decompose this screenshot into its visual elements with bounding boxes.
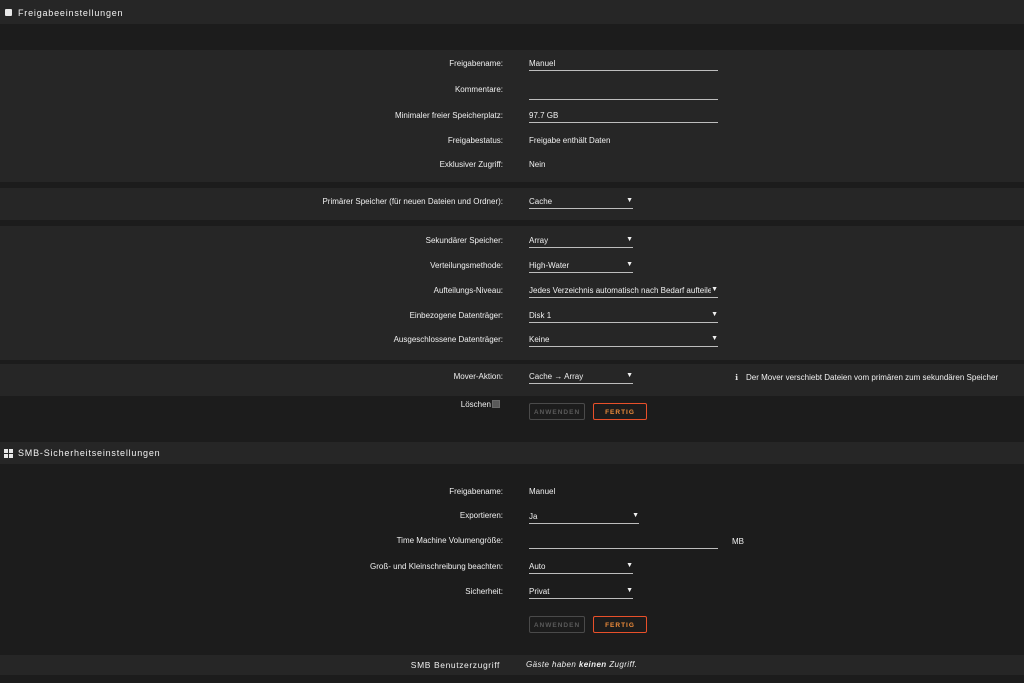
smb-user-access-band: SMB Benutzerzugriff Gäste haben keinen Z… [0, 655, 1024, 675]
smb-share-name-value: Manuel [529, 487, 556, 496]
done-button[interactable]: FERTIG [593, 403, 647, 420]
excluded-disks-label: Ausgeschlossene Datenträger: [393, 335, 503, 344]
excluded-disks-select[interactable]: Keine ▼ [529, 335, 718, 347]
access-text-after: Zugriff. [606, 660, 638, 669]
primary-storage-select[interactable]: Cache ▼ [529, 197, 633, 209]
comments-label: Kommentare: [454, 85, 503, 94]
mover-label: Mover-Aktion: [453, 372, 503, 381]
included-disks-value: Disk 1 [529, 311, 552, 320]
mover-value: Cache → Array [529, 372, 584, 381]
included-disks-select[interactable]: Disk 1 ▼ [529, 311, 718, 323]
dropdown-arrow-icon: ▼ [626, 197, 633, 204]
dropdown-arrow-icon: ▼ [711, 311, 718, 318]
exclusive-value: Nein [529, 160, 546, 169]
case-sensitive-select[interactable]: Auto ▼ [529, 562, 633, 574]
allocation-select[interactable]: High-Water ▼ [529, 261, 633, 273]
primary-storage-value: Cache [529, 197, 553, 206]
split-level-label: Aufteilungs-Niveau: [433, 286, 503, 295]
windows-icon [4, 449, 13, 458]
min-free-input[interactable]: 97.7 GB [529, 111, 718, 123]
secondary-storage-select[interactable]: Array ▼ [529, 236, 633, 248]
mover-block: Mover-Aktion: Cache → Array ▼ ℹ Der Move… [0, 364, 1024, 396]
smb-settings-title: SMB-Sicherheitseinstellungen [18, 448, 161, 458]
export-value: Ja [529, 512, 538, 521]
min-free-label: Minimaler freier Speicherplatz: [394, 111, 503, 120]
access-text-bold: keinen [578, 660, 607, 669]
share-name-input[interactable]: Manuel [529, 59, 718, 71]
mover-select[interactable]: Cache → Array ▼ [529, 372, 633, 384]
primary-storage-label: Primärer Speicher (für neuen Dateien und… [322, 197, 503, 206]
split-level-select[interactable]: Jedes Verzeichnis automatisch nach Bedar… [529, 286, 718, 298]
share-settings-title: Freigabeeinstellungen [18, 8, 124, 18]
mover-info-text: Der Mover verschiebt Dateien vom primäre… [746, 373, 999, 382]
delete-checkbox[interactable] [492, 400, 500, 408]
case-sensitive-value: Auto [529, 562, 546, 571]
time-machine-label: Time Machine Volumengröße: [396, 536, 503, 545]
share-basic-block: Freigabename: Manuel Kommentare: Minimal… [0, 50, 1024, 182]
excluded-disks-value: Keine [529, 335, 550, 344]
exclusive-label: Exklusiver Zugriff: [439, 160, 503, 169]
secondary-storage-label: Sekundärer Speicher: [425, 236, 503, 245]
dropdown-arrow-icon: ▼ [711, 335, 718, 342]
share-settings-header: Freigabeeinstellungen [0, 0, 1024, 24]
dropdown-arrow-icon: ▼ [626, 236, 633, 243]
smb-share-name-label: Freigabename: [449, 487, 503, 496]
delete-label: Löschen [460, 400, 491, 409]
smb-settings-header: SMB-Sicherheitseinstellungen [0, 442, 1024, 464]
time-machine-unit: MB [732, 537, 744, 546]
smb-done-button[interactable]: FERTIG [593, 616, 647, 633]
spacer [0, 24, 1024, 50]
split-level-value: Jedes Verzeichnis automatisch nach Bedar… [529, 286, 717, 295]
time-machine-input[interactable] [529, 537, 718, 549]
primary-storage-block: Primärer Speicher (für neuen Dateien und… [0, 188, 1024, 220]
export-label: Exportieren: [459, 511, 503, 520]
allocation-value: High-Water [529, 261, 570, 270]
secondary-storage-block: Sekundärer Speicher: Array ▼ Verteilungs… [0, 226, 1024, 360]
dropdown-arrow-icon: ▼ [626, 372, 633, 379]
security-select[interactable]: Privat ▼ [529, 587, 633, 599]
dropdown-arrow-icon: ▼ [711, 286, 718, 293]
share-name-label: Freigabename: [449, 59, 503, 68]
smb-user-access-text: Gäste haben keinen Zugriff. [526, 660, 637, 669]
share-icon [5, 9, 12, 16]
security-value: Privat [529, 587, 550, 596]
dropdown-arrow-icon: ▼ [626, 562, 633, 569]
status-label: Freigabestatus: [447, 136, 503, 145]
smb-user-access-label: SMB Benutzerzugriff [410, 660, 500, 670]
security-label: Sicherheit: [465, 587, 503, 596]
info-icon: ℹ [735, 373, 739, 382]
comments-input[interactable] [529, 88, 718, 100]
smb-apply-button[interactable]: ANWENDEN [529, 616, 585, 633]
export-select[interactable]: Ja ▼ [529, 512, 639, 524]
case-sensitive-label: Groß- und Kleinschreibung beachten: [370, 562, 503, 571]
dropdown-arrow-icon: ▼ [626, 261, 633, 268]
dropdown-arrow-icon: ▼ [632, 512, 639, 519]
included-disks-label: Einbezogene Datenträger: [409, 311, 503, 320]
status-value: Freigabe enthält Daten [529, 136, 611, 145]
dropdown-arrow-icon: ▼ [626, 587, 633, 594]
secondary-storage-value: Array [529, 236, 549, 245]
allocation-label: Verteilungsmethode: [430, 261, 503, 270]
access-text-before: Gäste haben [526, 660, 579, 669]
apply-button[interactable]: ANWENDEN [529, 403, 585, 420]
